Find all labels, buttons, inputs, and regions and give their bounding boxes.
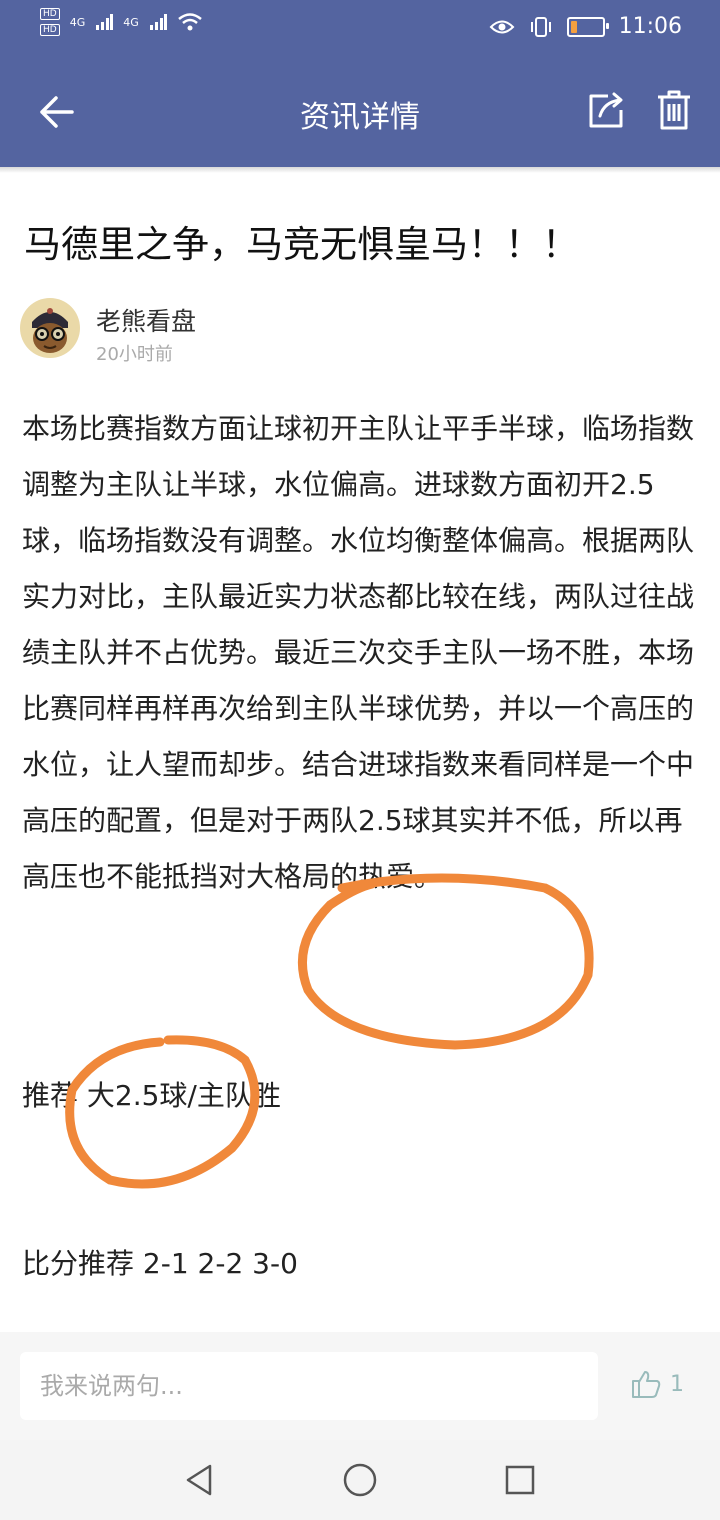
eye-comfort-icon bbox=[489, 20, 515, 33]
comment-input[interactable] bbox=[20, 1352, 598, 1420]
score-recommendation: 比分推荐 2-1 2-2 3-0 bbox=[22, 1247, 298, 1280]
status-right: 11:06 bbox=[489, 14, 682, 39]
article-title: 马德里之争，马竞无惧皇马！！！ bbox=[24, 223, 579, 266]
battery-icon bbox=[566, 16, 609, 37]
vibrate-icon bbox=[530, 16, 551, 37]
comment-bar: 1 bbox=[0, 1332, 720, 1440]
hd-badge: HD bbox=[40, 24, 60, 36]
recommendation: 推荐 大2.5球/主队胜 bbox=[22, 1079, 281, 1112]
trash-icon[interactable] bbox=[654, 88, 694, 132]
home-circle-icon[interactable] bbox=[340, 1460, 380, 1500]
thumbs-up-icon bbox=[632, 1371, 661, 1398]
share-icon[interactable] bbox=[586, 90, 626, 130]
battery-fill bbox=[570, 20, 577, 33]
like-count: 1 bbox=[670, 1371, 684, 1397]
status-bar: HD HD 4G 4G 11:06 bbox=[0, 0, 720, 56]
status-left: HD HD 4G 4G bbox=[40, 8, 203, 36]
back-triangle-icon[interactable] bbox=[180, 1460, 220, 1500]
like-button[interactable]: 1 bbox=[630, 1368, 684, 1400]
author-avatar[interactable] bbox=[20, 298, 80, 358]
recents-square-icon[interactable] bbox=[500, 1460, 540, 1500]
author-name[interactable]: 老熊看盘 bbox=[96, 302, 196, 338]
wifi-icon bbox=[177, 13, 202, 31]
system-nav-bar bbox=[0, 1440, 720, 1520]
hd-badge: HD bbox=[40, 8, 60, 20]
signal-label: 4G bbox=[123, 15, 139, 29]
post-time: 20小时前 bbox=[96, 344, 173, 365]
signal-label: 4G bbox=[69, 15, 86, 29]
status-time: 11:06 bbox=[618, 14, 682, 39]
article-body: 本场比赛指数方面让球初开主队让平手半球，临场指数调整为主队让半球，水位偏高。进球… bbox=[22, 412, 695, 893]
toolbar-shadow bbox=[0, 167, 720, 173]
signal-icon bbox=[96, 14, 114, 30]
signal-icon bbox=[149, 14, 167, 30]
app-toolbar: 资讯详情 bbox=[0, 56, 720, 167]
